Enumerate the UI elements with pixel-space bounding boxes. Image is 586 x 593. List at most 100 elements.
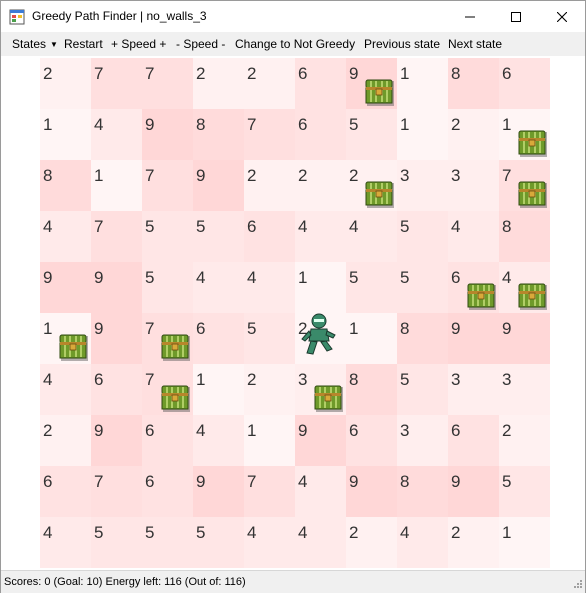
cell-value: 4 — [349, 217, 359, 236]
cell-value: 8 — [502, 217, 512, 236]
menu-speed-up[interactable]: + Speed + — [111, 37, 166, 51]
grid-cell: 2 — [295, 160, 346, 211]
cell-value: 9 — [94, 319, 104, 338]
cell-value: 6 — [451, 421, 461, 440]
resize-grip-icon[interactable] — [571, 579, 583, 591]
grid-cell: 2 — [244, 364, 295, 415]
menu-previous-state[interactable]: Previous state — [364, 37, 440, 51]
grid-cell: 3 — [448, 364, 499, 415]
cell-value: 3 — [502, 370, 512, 389]
grid-cell: 4 — [448, 211, 499, 262]
cell-value: 9 — [451, 319, 461, 338]
cell-value: 2 — [451, 115, 461, 134]
cell-value: 7 — [502, 166, 512, 185]
maximize-button[interactable] — [493, 1, 539, 32]
grid-cell: 2 — [346, 517, 397, 568]
grid-cell: 5 — [142, 517, 193, 568]
treasure-chest-icon — [518, 128, 548, 158]
menu-states[interactable]: States ▼ — [12, 37, 58, 51]
grid-cell: 9 — [499, 313, 550, 364]
title-bar[interactable]: Greedy Path Finder | no_walls_3 — [1, 1, 585, 32]
grid-cell: 2 — [40, 58, 91, 109]
grid-cell: 1 — [40, 109, 91, 160]
cell-value: 9 — [196, 166, 206, 185]
cell-value: 4 — [298, 472, 308, 491]
cell-value: 5 — [145, 268, 155, 287]
grid-cell: 4 — [244, 262, 295, 313]
cell-value: 2 — [298, 166, 308, 185]
status-text: Scores: 0 (Goal: 10) Energy left: 116 (O… — [4, 576, 246, 588]
menu-restart[interactable]: Restart — [64, 37, 103, 51]
app-window: Greedy Path Finder | no_walls_3 States ▼ … — [0, 0, 586, 593]
cell-value: 2 — [43, 64, 53, 83]
cell-value: 5 — [400, 217, 410, 236]
cell-value: 6 — [145, 472, 155, 491]
grid-cell: 9 — [448, 466, 499, 517]
cell-value: 6 — [196, 319, 206, 338]
cell-value: 7 — [247, 115, 257, 134]
grid-cell: 2 — [244, 58, 295, 109]
cell-value: 7 — [145, 166, 155, 185]
grid-cell: 8 — [448, 58, 499, 109]
grid-cell: 5 — [193, 211, 244, 262]
app-icon — [9, 9, 25, 25]
grid-cell: 4 — [244, 517, 295, 568]
grid-cell: 1 — [91, 160, 142, 211]
grid-cell: 6 — [346, 415, 397, 466]
grid-cell: 5 — [142, 211, 193, 262]
grid-cell: 1 — [397, 109, 448, 160]
grid-cell: 4 — [295, 517, 346, 568]
window-title: Greedy Path Finder | no_walls_3 — [32, 9, 207, 23]
grid-cell: 7 — [244, 109, 295, 160]
cell-value: 9 — [94, 421, 104, 440]
grid-cell: 8 — [193, 109, 244, 160]
cell-value: 9 — [451, 472, 461, 491]
cell-value: 1 — [502, 115, 512, 134]
cell-value: 4 — [298, 523, 308, 542]
grid-cell: 4 — [295, 466, 346, 517]
cell-value: 7 — [145, 64, 155, 83]
grid-cell: 4 — [40, 517, 91, 568]
cell-value: 4 — [196, 421, 206, 440]
minimize-icon — [465, 16, 475, 17]
menu-next-state[interactable]: Next state — [448, 37, 502, 51]
cell-value: 4 — [43, 370, 53, 389]
grid-cell: 4 — [295, 211, 346, 262]
cell-value: 4 — [196, 268, 206, 287]
cell-value: 4 — [451, 217, 461, 236]
grid-cell: 4 — [397, 517, 448, 568]
treasure-chest-icon — [59, 332, 89, 362]
menu-change-mode[interactable]: Change to Not Greedy — [235, 37, 355, 51]
cell-value: 6 — [247, 217, 257, 236]
cell-value: 3 — [451, 166, 461, 185]
close-button[interactable] — [539, 1, 585, 32]
cell-value: 1 — [349, 319, 359, 338]
cell-value: 6 — [349, 421, 359, 440]
cell-value: 9 — [196, 472, 206, 491]
grid-cell: 1 — [499, 517, 550, 568]
cell-value: 3 — [451, 370, 461, 389]
cell-value: 2 — [349, 523, 359, 542]
grid-cell: 2 — [244, 160, 295, 211]
cell-value: 5 — [247, 319, 257, 338]
cell-value: 9 — [298, 421, 308, 440]
cell-value: 2 — [196, 64, 206, 83]
grid-cell: 7 — [142, 160, 193, 211]
grid-cell: 3 — [397, 415, 448, 466]
cell-value: 5 — [145, 217, 155, 236]
minimize-button[interactable] — [447, 1, 493, 32]
grid-cell: 1 — [295, 262, 346, 313]
cell-value: 4 — [43, 523, 53, 542]
treasure-chest-icon — [365, 77, 395, 107]
grid-cell: 1 — [244, 415, 295, 466]
cell-value: 6 — [502, 64, 512, 83]
cell-value: 5 — [400, 370, 410, 389]
treasure-chest-icon — [518, 281, 548, 311]
grid-cell: 8 — [40, 160, 91, 211]
grid-cell: 6 — [499, 58, 550, 109]
grid-cell: 8 — [397, 466, 448, 517]
cell-value: 3 — [400, 421, 410, 440]
cell-value: 7 — [94, 472, 104, 491]
menu-speed-down[interactable]: - Speed - — [176, 37, 225, 51]
cell-value: 1 — [43, 115, 53, 134]
